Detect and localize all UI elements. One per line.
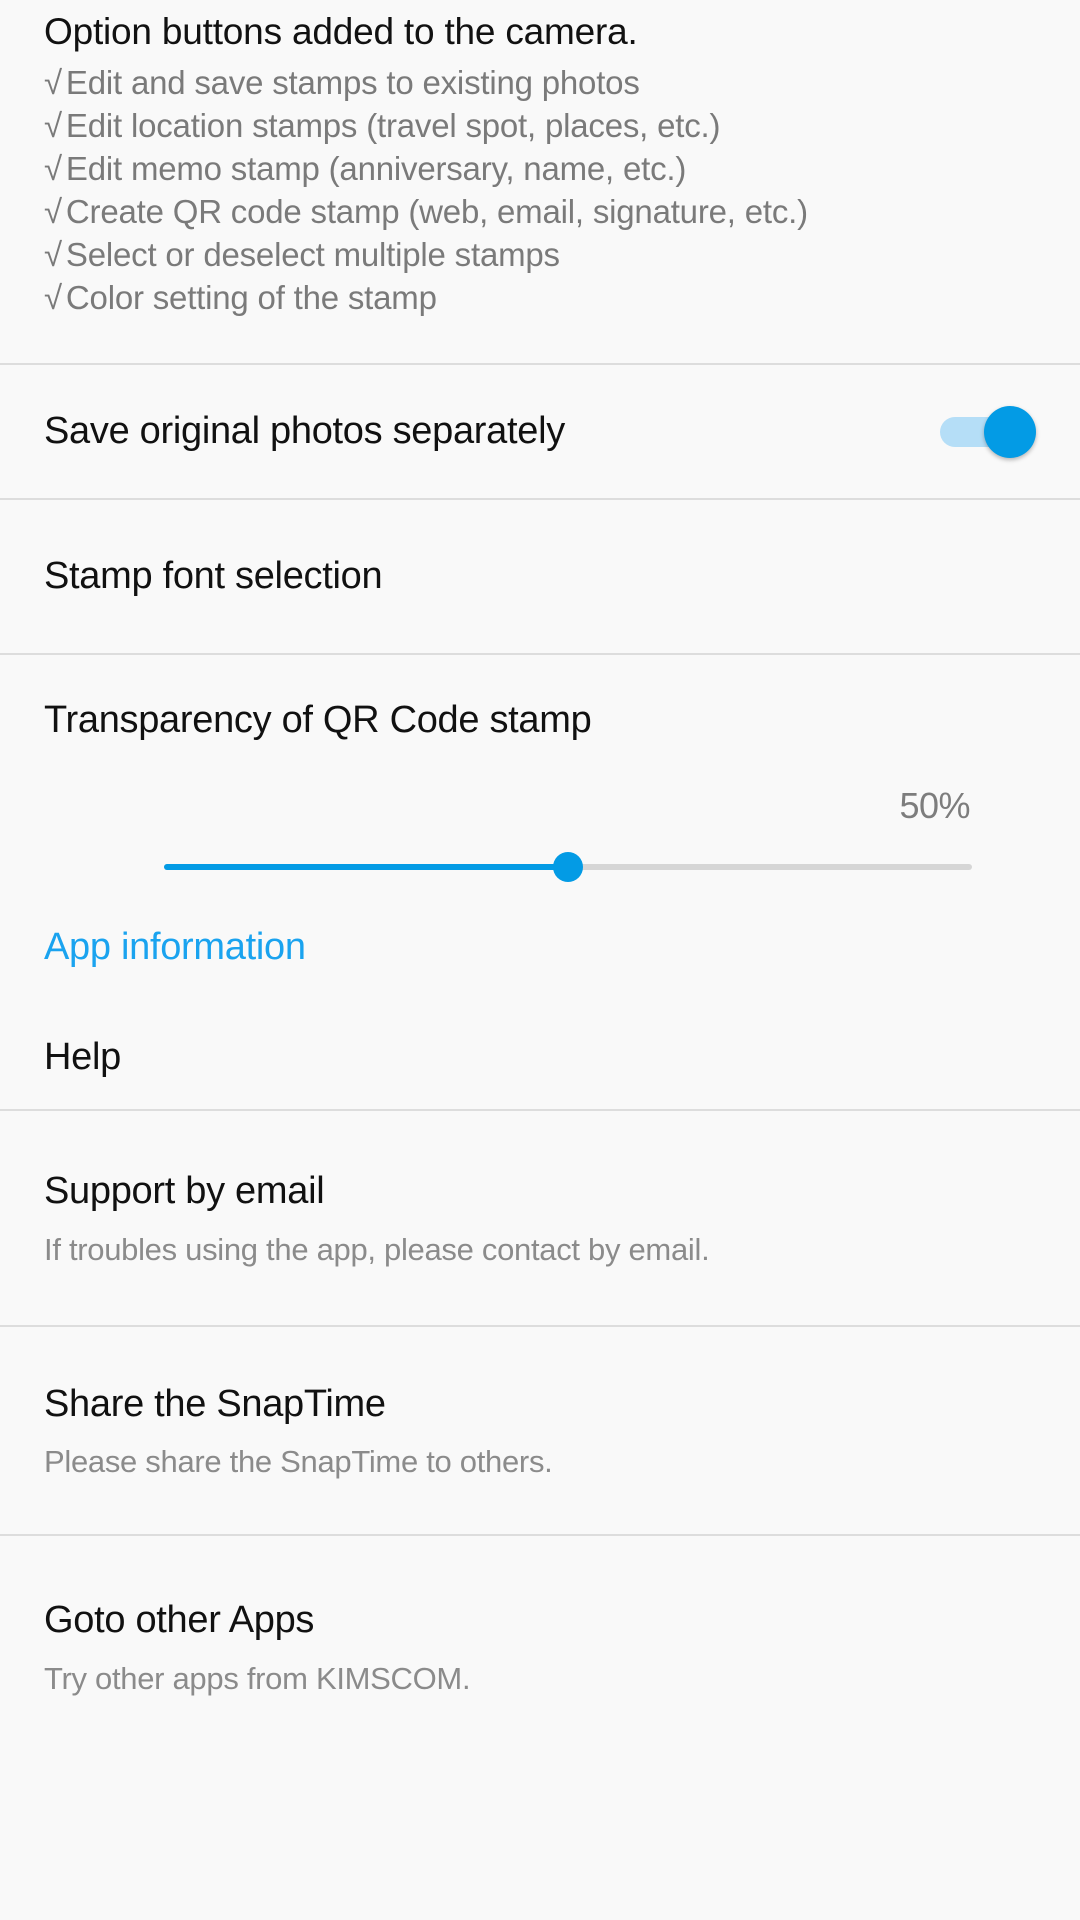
toggle-thumb	[984, 405, 1036, 458]
changelog-item-label: Create QR code stamp (web, email, signat…	[65, 192, 808, 230]
check-icon: √	[44, 235, 62, 273]
check-icon: √	[44, 278, 62, 316]
transparency-slider-block: 50%	[0, 785, 1080, 890]
changelog-list: √ Edit and save stamps to existing photos…	[44, 62, 1036, 319]
transparency-slider[interactable]	[164, 845, 972, 889]
slider-thumb[interactable]	[553, 852, 583, 883]
share-subtitle: Please share the SnapTime to others.	[44, 1444, 553, 1480]
check-icon: √	[44, 106, 62, 144]
changelog-item: √ Color setting of the stamp	[44, 277, 1036, 320]
changelog-item: √ Create QR code stamp (web, email, signa…	[44, 191, 1036, 234]
support-email-label: Support by email	[44, 1170, 325, 1213]
changelog-item: √ Select or deselect multiple stamps	[44, 234, 1036, 277]
changelog-item: √ Edit location stamps (travel spot, plac…	[44, 105, 1036, 148]
check-icon: √	[44, 149, 62, 187]
setting-row-other-apps[interactable]: Goto other Apps Try other apps from KIMS…	[0, 1536, 1080, 1737]
transparency-value-label: 50%	[899, 785, 970, 827]
setting-row-save-original[interactable]: Save original photos separately	[0, 365, 1080, 499]
changelog-item: √ Edit memo stamp (anniversary, name, etc…	[44, 148, 1036, 191]
save-original-toggle[interactable]	[940, 405, 1036, 458]
other-apps-subtitle: Try other apps from KIMSCOM.	[44, 1661, 471, 1697]
transparency-label: Transparency of QR Code stamp	[44, 698, 592, 741]
share-label: Share the SnapTime	[44, 1382, 386, 1425]
changelog-item-label: Edit and save stamps to existing photos	[65, 64, 640, 102]
help-label: Help	[44, 1035, 121, 1078]
setting-row-transparency: Transparency of QR Code stamp	[0, 655, 1080, 786]
changelog-item-label: Select or deselect multiple stamps	[65, 235, 560, 273]
setting-row-app-information[interactable]: App information	[0, 889, 1080, 1006]
changelog-item-label: Edit location stamps (travel spot, place…	[65, 106, 721, 144]
check-icon: √	[44, 64, 62, 102]
changelog-item-label: Edit memo stamp (anniversary, name, etc.…	[65, 149, 687, 187]
setting-row-help[interactable]: Help	[0, 1005, 1080, 1110]
setting-row-support-email[interactable]: Support by email If troubles using the a…	[0, 1111, 1080, 1326]
setting-row-share[interactable]: Share the SnapTime Please share the Snap…	[0, 1327, 1080, 1535]
support-email-subtitle: If troubles using the app, please contac…	[44, 1231, 710, 1267]
changelog-item-label: Color setting of the stamp	[65, 278, 437, 316]
save-original-label: Save original photos separately	[44, 410, 565, 453]
other-apps-label: Goto other Apps	[44, 1599, 315, 1642]
changelog-title: Option buttons added to the camera.	[44, 11, 638, 52]
check-icon: √	[44, 192, 62, 230]
changelog-block: Option buttons added to the camera. √ Edi…	[0, 0, 1080, 319]
app-information-label: App information	[44, 925, 306, 968]
changelog-item: √ Edit and save stamps to existing photos	[44, 62, 1036, 105]
stamp-font-label: Stamp font selection	[44, 555, 383, 598]
setting-row-stamp-font[interactable]: Stamp font selection	[0, 500, 1080, 654]
slider-fill	[164, 864, 568, 871]
